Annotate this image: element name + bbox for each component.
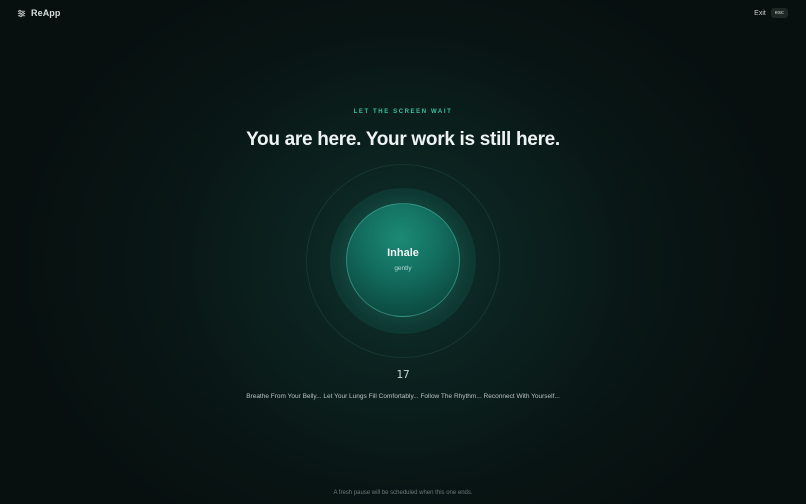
footer-note: A fresh pause will be scheduled when thi… [333,490,473,496]
page-title: You are here. Your work is still here. [246,129,560,150]
exit-button[interactable]: Exit esc [754,8,788,18]
top-bar: ReApp Exit esc [0,0,806,28]
brand: ReApp [17,8,61,18]
tune-icon [17,9,26,17]
breath-orb [346,203,460,317]
break-screen: ReApp Exit esc LET THE SCREEN WAIT You a… [0,0,806,504]
esc-key-hint: esc [770,8,788,18]
breath-phase-hint: gently [394,265,412,272]
exit-label: Exit [754,9,766,17]
eyebrow-label: LET THE SCREEN WAIT [353,109,453,115]
countdown: 17 [396,368,410,381]
app-name: ReApp [31,8,61,18]
guidance-text: Breathe From Your Belly... Let Your Lung… [246,393,560,400]
breath-phase: Inhale [387,247,419,259]
